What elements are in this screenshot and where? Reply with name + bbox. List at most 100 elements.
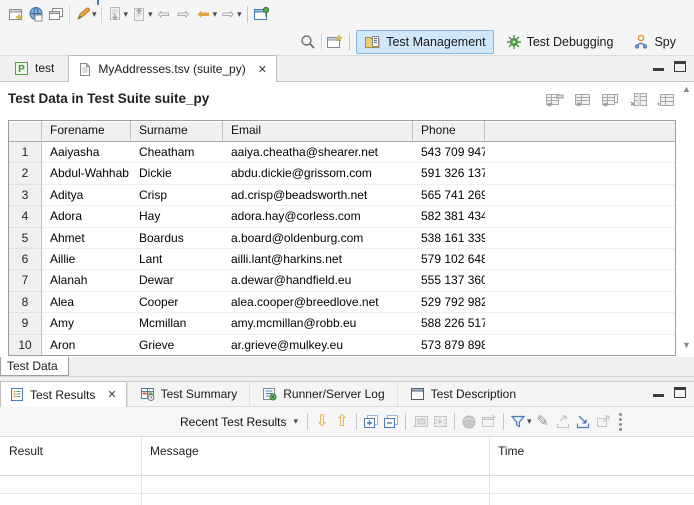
data-cell[interactable]: 543 709 9479: [413, 142, 485, 164]
data-cell[interactable]: alea.cooper@breedlove.net: [223, 292, 413, 314]
data-cell[interactable]: Cooper: [131, 292, 223, 314]
column-header[interactable]: Time: [489, 437, 694, 475]
data-cell[interactable]: Grieve: [131, 335, 223, 355]
data-cell[interactable]: Aron: [42, 335, 131, 355]
data-cell[interactable]: [485, 313, 675, 335]
scroll-down-icon[interactable]: ▼: [682, 340, 691, 350]
perspective-test-debugging[interactable]: Test Debugging: [498, 30, 622, 54]
editor-tab-test[interactable]: P test: [0, 55, 68, 81]
data-cell[interactable]: 582 381 4345: [413, 206, 485, 228]
data-cell[interactable]: [485, 206, 675, 228]
filter-icon[interactable]: [508, 412, 528, 432]
data-cell[interactable]: 588 226 5176: [413, 313, 485, 335]
table-row[interactable]: 2 Abdul-Wahhab Dickie abdu.dickie@grissom.c…: [9, 163, 675, 185]
column-header[interactable]: Result: [0, 437, 141, 475]
data-cell[interactable]: [485, 163, 675, 185]
data-cell[interactable]: [485, 292, 675, 314]
data-cell[interactable]: Aditya: [42, 185, 131, 207]
close-icon[interactable]: ✕: [258, 63, 267, 76]
scroll-up-icon[interactable]: ▲: [682, 84, 691, 94]
close-icon[interactable]: ✕: [107, 388, 116, 401]
data-cell[interactable]: 555 137 3609: [413, 270, 485, 292]
checkin-document-icon[interactable]: [105, 4, 125, 24]
data-cell[interactable]: amy.mcmillan@robb.eu: [223, 313, 413, 335]
perspective-spy[interactable]: Spy: [625, 30, 684, 54]
data-cell[interactable]: Abdul-Wahhab: [42, 163, 131, 185]
data-cell[interactable]: Ahmet: [42, 228, 131, 249]
data-cell[interactable]: ar.grieve@mulkey.eu: [223, 335, 413, 355]
pen-marker-icon[interactable]: [73, 4, 93, 24]
data-cell[interactable]: Lant: [131, 249, 223, 271]
row-number-cell[interactable]: 1: [9, 142, 42, 164]
column-header[interactable]: Phone: [413, 121, 485, 142]
forward-history-icon[interactable]: ⇨: [218, 4, 238, 24]
column-header[interactable]: Forename: [42, 121, 131, 142]
data-cell[interactable]: ailli.lant@harkins.net: [223, 249, 413, 271]
dropdown-caret-icon[interactable]: ▾: [148, 9, 153, 20]
maximize-icon[interactable]: [674, 61, 686, 72]
new-window-pin-icon[interactable]: [252, 4, 272, 24]
back-edit-location-icon[interactable]: ⇦: [154, 4, 174, 24]
data-cell[interactable]: Boardus: [131, 228, 223, 249]
next-result-icon[interactable]: ⇩: [312, 412, 332, 432]
data-cell[interactable]: 591 326 1378: [413, 163, 485, 185]
recent-results-dropdown[interactable]: Recent Test Results ▾: [176, 413, 303, 431]
column-header[interactable]: Surname: [131, 121, 223, 142]
previous-result-icon[interactable]: ⇧: [332, 412, 352, 432]
data-cell[interactable]: Dickie: [131, 163, 223, 185]
perspective-test-management[interactable]: Test Management: [356, 29, 494, 54]
import-icon[interactable]: [573, 412, 593, 432]
data-cell[interactable]: [485, 228, 675, 249]
dropdown-caret-icon[interactable]: ▾: [92, 9, 97, 20]
vertical-scrollbar[interactable]: ▲ ▼: [680, 84, 693, 356]
data-cell[interactable]: adora.hay@corless.com: [223, 206, 413, 228]
tab-test-summary[interactable]: Test Summary: [126, 381, 250, 406]
data-cell[interactable]: Mcmillan: [131, 313, 223, 335]
expand-all-icon[interactable]: [361, 412, 381, 432]
dropdown-caret-icon[interactable]: ▾: [237, 9, 242, 20]
data-cell[interactable]: 579 102 6482: [413, 249, 485, 271]
row-number-cell[interactable]: 4: [9, 206, 42, 228]
data-cell[interactable]: 529 792 9823: [413, 292, 485, 314]
table-row-remove-icon[interactable]: [545, 92, 564, 111]
data-cell[interactable]: Alea: [42, 292, 131, 314]
table-row[interactable]: 3 Aditya Crisp ad.crisp@beadsworth.net 565 7…: [9, 184, 675, 207]
table-row[interactable]: 6 Aillie Lant ailli.lant@harkins.net 579 102…: [9, 248, 675, 271]
table-row[interactable]: 9 Amy Mcmillan amy.mcmillan@robb.eu 588 226 …: [9, 313, 675, 335]
data-cell[interactable]: Cheatham: [131, 142, 223, 164]
export-icon[interactable]: [553, 412, 573, 432]
table-row[interactable]: 8 Alea Cooper alea.cooper@breedlove.net 529 …: [9, 291, 675, 314]
table-row[interactable]: 5 Ahmet Boardus a.board@oldenburg.com 538 16…: [9, 227, 675, 249]
search-icon[interactable]: [298, 32, 318, 52]
new-wizard-icon[interactable]: [6, 4, 26, 24]
data-cell[interactable]: Aillie: [42, 249, 131, 271]
data-cell[interactable]: ad.crisp@beadsworth.net: [223, 185, 413, 207]
table-column-insert-icon[interactable]: [657, 92, 676, 111]
tab-test-results[interactable]: Test Results ✕: [0, 381, 127, 407]
row-number-cell[interactable]: 7: [9, 270, 42, 292]
video-icon[interactable]: [430, 412, 450, 432]
data-cell[interactable]: [485, 335, 675, 355]
table-row-insert-icon[interactable]: [601, 92, 620, 111]
screenshot-icon[interactable]: [410, 412, 430, 432]
empty-result-row[interactable]: [0, 494, 694, 505]
row-number-cell[interactable]: 9: [9, 313, 42, 335]
open-perspective-icon[interactable]: [325, 32, 345, 52]
data-cell[interactable]: Amy: [42, 313, 131, 335]
web-browser-icon[interactable]: [26, 4, 46, 24]
data-cell[interactable]: Dewar: [131, 270, 223, 292]
editor-tab-myaddresses[interactable]: MyAddresses.tsv (suite_py) ✕: [68, 55, 277, 82]
sheet-tab-test-data[interactable]: Test Data: [0, 357, 69, 376]
empty-result-row[interactable]: [0, 476, 694, 494]
data-cell[interactable]: aaiya.cheatha@shearer.net: [223, 142, 413, 164]
edit-pencil-icon[interactable]: ✎: [533, 412, 553, 432]
data-cell[interactable]: 573 879 8988: [413, 335, 485, 355]
row-number-cell[interactable]: 5: [9, 227, 42, 249]
maximize-icon[interactable]: [674, 387, 686, 398]
dropdown-caret-icon[interactable]: ▾: [124, 9, 129, 20]
globe-icon[interactable]: [459, 412, 479, 432]
data-cell[interactable]: 565 741 2692: [413, 185, 485, 207]
row-number-cell[interactable]: 3: [9, 184, 42, 207]
forward-edit-location-icon[interactable]: ⇨: [174, 4, 194, 24]
row-number-cell[interactable]: 8: [9, 291, 42, 314]
